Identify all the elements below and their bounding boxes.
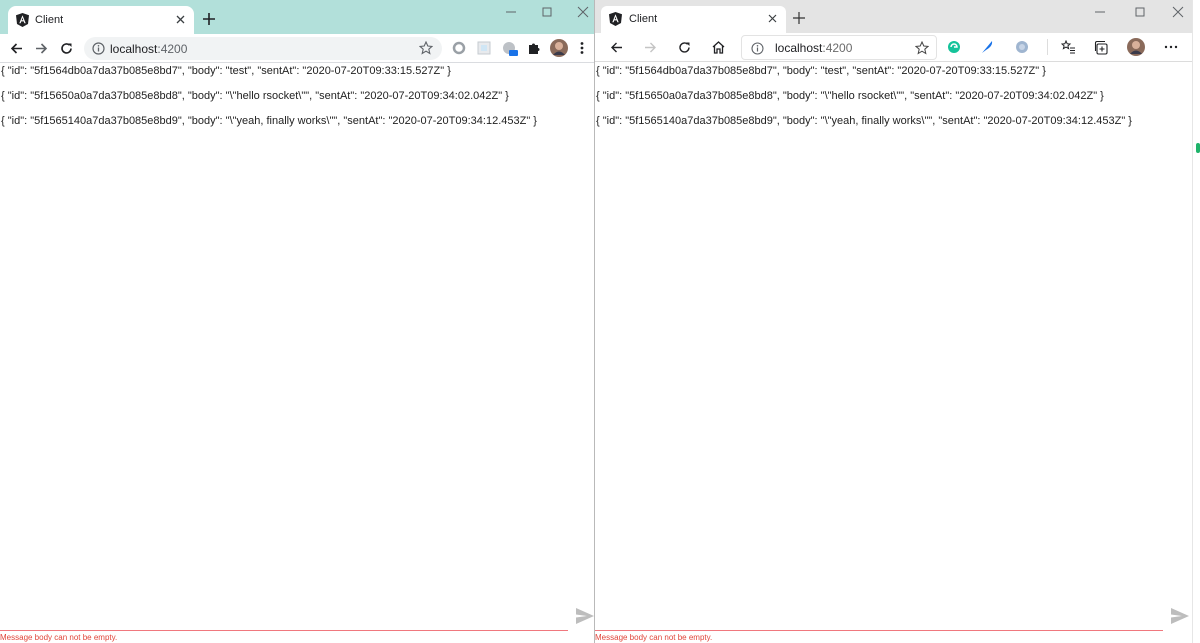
new-tab-icon[interactable] <box>203 13 215 25</box>
chrome-window: Client localhost:4200 {"id": "5f1564db0… <box>0 0 594 643</box>
avatar[interactable] <box>1127 38 1145 56</box>
send-icon[interactable] <box>576 608 594 624</box>
message-line: { "id": "5f1565140a7da37b085e8bd9", "bod… <box>596 115 1132 127</box>
message-input[interactable] <box>595 630 1163 631</box>
chrome-tab-client[interactable]: Client <box>8 6 194 34</box>
minimize-icon[interactable] <box>504 5 518 19</box>
window-close-icon[interactable] <box>1171 5 1185 19</box>
star-icon[interactable] <box>915 41 929 55</box>
error-message: Message body can not be empty. <box>595 633 713 642</box>
extension-square-icon[interactable] <box>477 41 491 55</box>
window-close-icon[interactable] <box>576 5 590 19</box>
home-icon[interactable] <box>711 40 726 55</box>
favorites-icon[interactable] <box>1061 40 1076 55</box>
info-icon[interactable] <box>92 42 105 55</box>
arrow-right-icon[interactable] <box>34 41 49 56</box>
chrome-page: { "id": "5f1564db0a7da37b085e8bd7", "bod… <box>0 63 594 643</box>
chrome-tabstrip: Client <box>0 0 594 34</box>
message-line: { "id": "5f15650a0a7da37b085e8bd8", "bod… <box>1 90 509 102</box>
reload-icon[interactable] <box>59 41 74 56</box>
extension-ring-icon[interactable] <box>452 41 466 55</box>
chrome-toolbar: localhost:4200 <box>0 34 594 63</box>
edge-page: { "id": "5f1564db0a7da37b085e8bd7", "bod… <box>595 63 1200 643</box>
message-line: { "id": "5f1565140a7da37b085e8bd9", "bod… <box>1 115 537 127</box>
info-icon[interactable] <box>751 42 764 55</box>
chrome-tab-title: Client <box>35 14 64 26</box>
puzzle-icon[interactable] <box>527 41 541 55</box>
kebab-menu-icon[interactable] <box>579 41 585 55</box>
edge-address-bar[interactable]: localhost:4200 <box>741 35 937 60</box>
extension-badge-icon[interactable] <box>502 41 518 57</box>
message-line: { "id": "5f1564db0a7da37b085e8bd7", "bod… <box>596 65 1046 77</box>
message-line: { "id": "5f1564db0a7da37b085e8bd7", "bod… <box>1 65 451 77</box>
extension-circle-icon[interactable] <box>1015 40 1029 54</box>
grammar-extension-icon[interactable] <box>947 40 961 54</box>
url-text: localhost:4200 <box>775 41 853 55</box>
edge-window: Client localhost:4200 {"id": "5f1564db0… <box>594 0 1200 643</box>
feather-extension-icon[interactable] <box>980 40 994 54</box>
arrow-left-icon[interactable] <box>609 40 624 55</box>
send-icon[interactable] <box>1171 608 1189 624</box>
close-icon[interactable] <box>767 13 778 24</box>
edge-tabstrip: Client <box>595 0 1200 33</box>
chrome-address-bar[interactable]: localhost:4200 <box>84 37 442 60</box>
url-text: localhost:4200 <box>110 42 188 56</box>
reload-icon[interactable] <box>677 40 692 55</box>
avatar[interactable] <box>550 39 568 57</box>
angular-icon <box>16 13 29 27</box>
more-options-icon[interactable] <box>1164 45 1178 49</box>
message-input[interactable] <box>0 630 568 631</box>
arrow-right-icon[interactable] <box>643 40 658 55</box>
maximize-icon[interactable] <box>540 5 554 19</box>
edge-toolbar: localhost:4200 <box>595 33 1200 62</box>
collections-icon[interactable] <box>1094 40 1109 55</box>
star-icon[interactable] <box>419 41 433 55</box>
close-icon[interactable] <box>175 14 186 25</box>
message-line: { "id": "5f15650a0a7da37b085e8bd8", "bod… <box>596 90 1104 102</box>
maximize-icon[interactable] <box>1133 5 1147 19</box>
background-window-edge <box>1192 0 1200 643</box>
edge-tab-client[interactable]: Client <box>601 6 786 33</box>
error-message: Message body can not be empty. <box>0 633 118 642</box>
arrow-left-icon[interactable] <box>9 41 24 56</box>
angular-icon <box>609 12 622 26</box>
minimize-icon[interactable] <box>1093 5 1107 19</box>
new-tab-icon[interactable] <box>793 12 805 24</box>
edge-tab-title: Client <box>629 13 658 25</box>
toolbar-divider <box>1047 39 1048 55</box>
